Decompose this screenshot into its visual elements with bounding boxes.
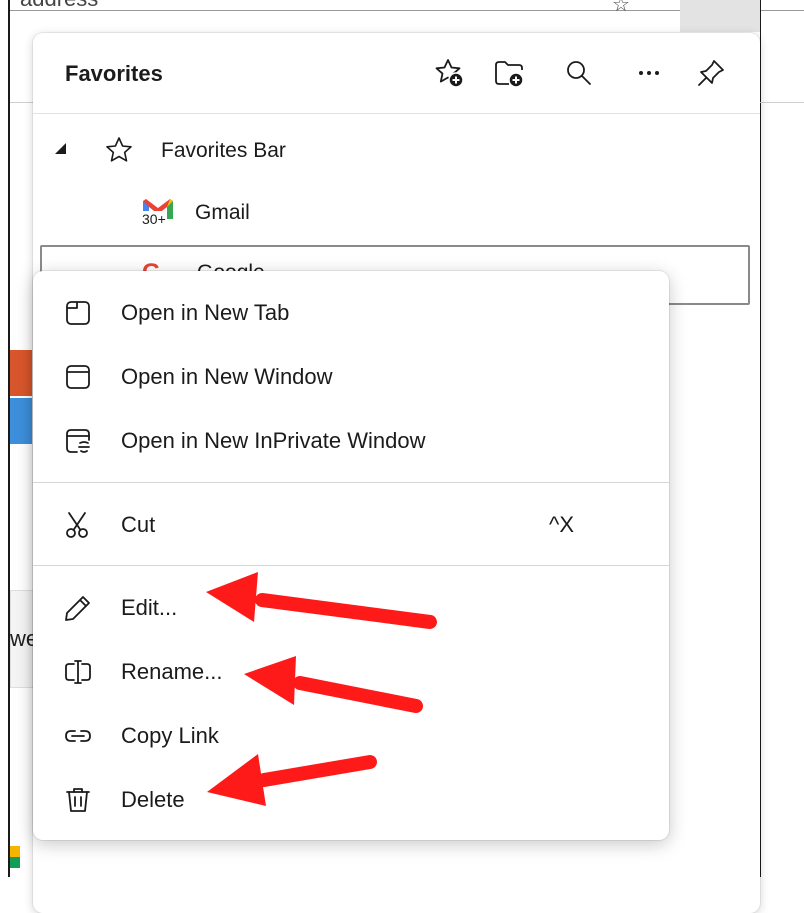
gmail-icon: 30+ [141,197,175,231]
background-app-icon [10,846,20,868]
menu-item-label: Rename... [121,659,223,684]
favorites-toolbar-button[interactable] [680,0,760,32]
search-icon[interactable] [561,55,597,91]
divider [760,102,804,103]
context-menu: Open in New Tab Open in New Window Open … [33,271,669,840]
more-icon[interactable] [631,55,667,91]
menu-item-delete[interactable]: Delete [33,771,669,829]
inprivate-window-icon [63,426,93,456]
menu-item-open-new-window[interactable]: Open in New Window [33,348,669,406]
menu-item-edit[interactable]: Edit... [33,579,669,637]
add-folder-icon[interactable] [491,55,527,91]
menu-item-open-new-tab[interactable]: Open in New Tab [33,284,669,342]
scissors-icon [63,510,93,540]
background-tile [10,398,32,444]
menu-item-label: Open in New Window [121,364,333,389]
tab-icon [63,298,93,328]
menu-item-rename[interactable]: Rename... [33,643,669,701]
unread-badge: 30+ [141,211,167,227]
pin-icon[interactable] [693,55,729,91]
menu-item-label: Cut [121,512,156,537]
background-tile [10,350,32,396]
tree-item-label: Gmail [195,201,250,224]
expand-caret-icon[interactable] [55,143,66,154]
add-favorite-toolbar-icon[interactable]: ☆ [612,0,630,17]
menu-item-label: Edit... [121,595,178,620]
menu-separator [33,565,669,566]
menu-item-label: Delete [121,787,185,812]
trash-icon [63,785,93,815]
menu-item-open-inprivate[interactable]: Open in New InPrivate Window [33,412,669,470]
menu-item-cut[interactable]: Cut ^X [33,496,669,554]
tree-item-gmail[interactable]: 30+ Gmail [33,187,760,241]
favorites-header: Favorites [33,33,760,114]
tree-item-favorites-bar[interactable]: Favorites Bar [33,125,760,179]
add-favorite-icon[interactable] [431,55,467,91]
menu-separator [33,482,669,483]
pencil-icon [63,593,93,623]
address-bar-text[interactable]: address [20,0,98,12]
tree-item-label: Favorites Bar [161,139,286,162]
panel-title: Favorites [65,61,163,86]
link-icon [63,721,93,751]
menu-item-label: Open in New Tab [121,300,290,325]
window-border-right [760,0,761,877]
window-icon [63,362,93,392]
star-icon [103,135,135,172]
menu-item-label: Copy Link [121,723,219,748]
menu-item-label: Open in New InPrivate Window [121,428,426,453]
menu-item-copy-link[interactable]: Copy Link [33,707,669,765]
rename-icon [63,657,93,687]
menu-item-shortcut: ^X [549,512,574,537]
divider [10,102,34,103]
